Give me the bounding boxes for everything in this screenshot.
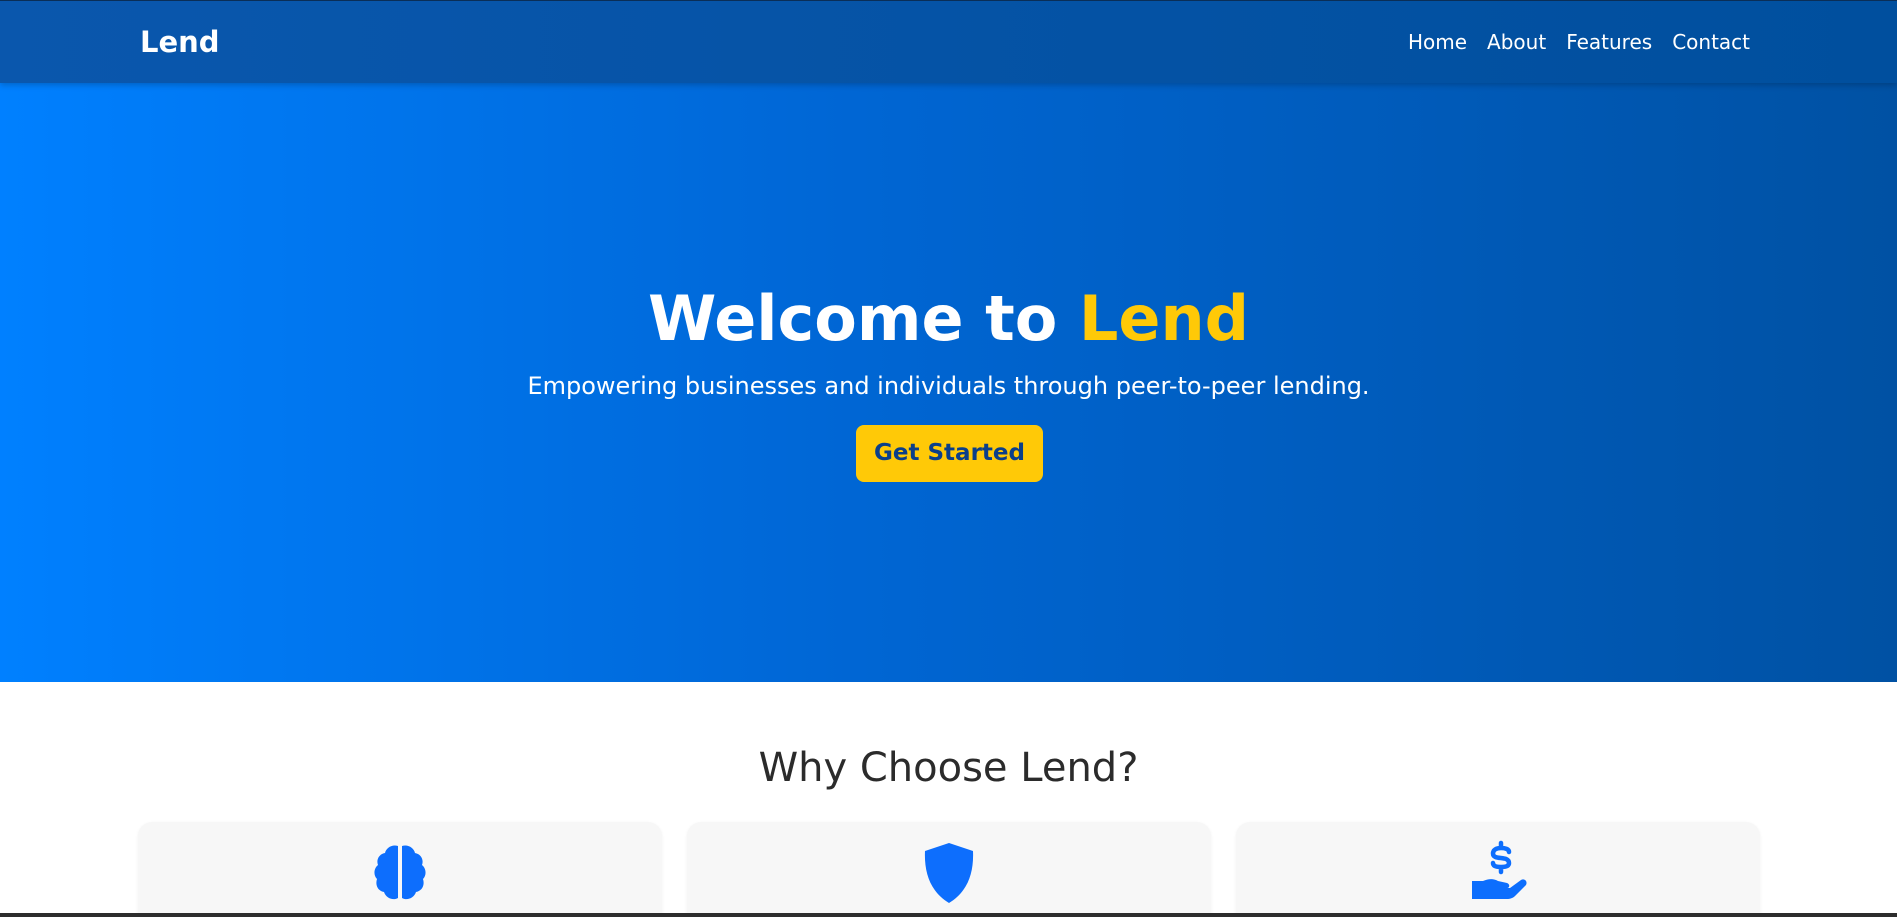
nav-links: Home About Features Contact [1408,27,1750,57]
feature-card [1236,822,1760,917]
nav-link-about[interactable]: About [1487,27,1546,57]
shield-icon [916,840,982,906]
nav-link-features[interactable]: Features [1566,27,1652,57]
feature-card [138,822,662,917]
hero-section: Welcome to Lend Empowering businesses an… [0,83,1897,682]
hero-title: Welcome to Lend [0,280,1897,358]
hand-holding-dollar-icon [1465,840,1531,906]
brain-icon [367,840,433,906]
landing-page: Lend Home About Features Contact Welcome… [0,0,1897,917]
bottom-divider [0,913,1897,917]
hero-title-accent: Lend [1078,282,1249,355]
features-title: Why Choose Lend? [758,745,1139,791]
feature-card [687,822,1211,917]
hero-title-prefix: Welcome to [648,282,1079,355]
nav-link-contact[interactable]: Contact [1672,27,1750,57]
navbar: Lend Home About Features Contact [0,0,1897,83]
hero-subtitle: Empowering businesses and individuals th… [527,372,1370,400]
nav-link-home[interactable]: Home [1408,27,1467,57]
get-started-button[interactable]: Get Started [856,425,1043,482]
brand-logo[interactable]: Lend [140,21,220,63]
